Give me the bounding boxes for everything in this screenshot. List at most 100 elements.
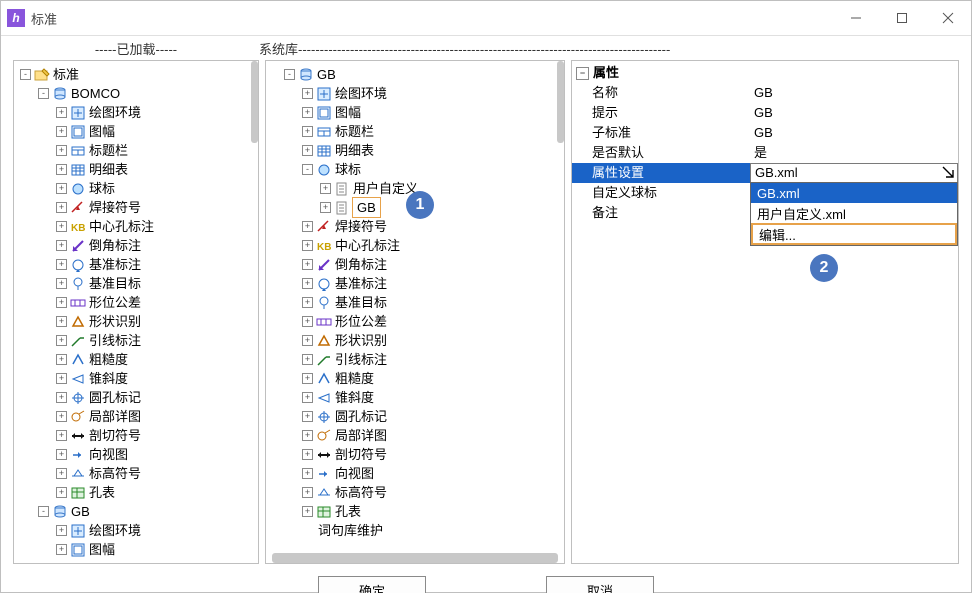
expand-icon[interactable]: + <box>302 297 313 308</box>
tree-node[interactable]: +形状识别 <box>18 312 258 331</box>
expand-icon[interactable]: + <box>302 449 313 460</box>
expand-icon[interactable]: + <box>302 145 313 156</box>
minimize-button[interactable] <box>833 1 879 35</box>
close-button[interactable] <box>925 1 971 35</box>
expand-icon[interactable]: + <box>56 145 67 156</box>
tree-node[interactable]: -GB <box>270 65 564 84</box>
expand-icon[interactable]: + <box>56 202 67 213</box>
expand-icon[interactable]: + <box>56 126 67 137</box>
expand-icon[interactable]: + <box>56 487 67 498</box>
tree-node[interactable]: +倒角标注 <box>270 255 564 274</box>
tree-node[interactable]: -球标 <box>270 160 564 179</box>
tree-node[interactable]: -标准 <box>18 65 258 84</box>
expand-icon[interactable]: + <box>302 221 313 232</box>
expand-icon[interactable]: + <box>56 373 67 384</box>
dropdown-option[interactable]: 用户自定义.xml <box>751 203 957 223</box>
expand-icon[interactable]: + <box>56 335 67 346</box>
expand-icon[interactable]: + <box>302 468 313 479</box>
tree-node[interactable]: +倒角标注 <box>18 236 258 255</box>
tree-node[interactable]: +KB中心孔标注 <box>270 236 564 255</box>
tree-node[interactable]: +焊接符号 <box>18 198 258 217</box>
tree-node[interactable]: +KB中心孔标注 <box>18 217 258 236</box>
expand-icon[interactable]: + <box>56 259 67 270</box>
expand-icon[interactable]: + <box>302 506 313 517</box>
expand-icon[interactable]: + <box>56 392 67 403</box>
attr-setting-dropdown[interactable]: GB.xml用户自定义.xml编辑... <box>750 182 958 246</box>
tree-node[interactable]: +绘图环境 <box>18 521 258 540</box>
tree-node[interactable]: +局部详图 <box>270 426 564 445</box>
tree-node[interactable]: +局部详图 <box>18 407 258 426</box>
tree-node[interactable]: +标高符号 <box>18 464 258 483</box>
tree-node[interactable]: +圆孔标记 <box>18 388 258 407</box>
tree-node[interactable]: +基准标注 <box>18 255 258 274</box>
collapse-icon[interactable]: - <box>38 88 49 99</box>
tree-node[interactable]: -BOMCO <box>18 84 258 103</box>
expand-icon[interactable]: + <box>56 449 67 460</box>
dropdown-edit-action[interactable]: 编辑... <box>751 223 957 245</box>
expand-icon[interactable]: + <box>56 354 67 365</box>
tree-node[interactable]: +孔表 <box>18 483 258 502</box>
tree-node[interactable]: +明细表 <box>18 160 258 179</box>
ok-button[interactable]: 确定 <box>318 576 426 593</box>
tree-node[interactable]: -GB <box>18 502 258 521</box>
expand-icon[interactable]: + <box>56 107 67 118</box>
expand-icon[interactable]: + <box>56 468 67 479</box>
expand-icon[interactable]: + <box>56 411 67 422</box>
scrollbar-vertical[interactable] <box>251 61 258 143</box>
expand-icon[interactable]: + <box>302 411 313 422</box>
expand-icon[interactable]: + <box>302 430 313 441</box>
tree-node[interactable]: +图幅 <box>18 540 258 559</box>
tree-node[interactable]: +向视图 <box>270 464 564 483</box>
collapse-icon[interactable]: - <box>38 506 49 517</box>
tree-node[interactable]: +绘图环境 <box>18 103 258 122</box>
tree-node[interactable]: +图幅 <box>270 103 564 122</box>
property-section-header[interactable]: −属性 <box>572 63 958 83</box>
collapse-icon[interactable]: − <box>576 67 589 80</box>
tree-node[interactable]: +形位公差 <box>18 293 258 312</box>
tree-node[interactable]: +基准目标 <box>270 293 564 312</box>
expand-icon[interactable]: + <box>302 240 313 251</box>
tree-node[interactable]: +标题栏 <box>18 141 258 160</box>
tree-node[interactable]: +图幅 <box>18 122 258 141</box>
expand-icon[interactable]: + <box>56 240 67 251</box>
property-value[interactable]: GB.xml <box>750 163 958 183</box>
tree-node[interactable]: +锥斜度 <box>270 388 564 407</box>
tree-node[interactable]: +引线标注 <box>270 350 564 369</box>
tree-node[interactable]: 词句库维护 <box>270 521 564 540</box>
tree-node[interactable]: +锥斜度 <box>18 369 258 388</box>
tree-node[interactable]: +形位公差 <box>270 312 564 331</box>
expand-icon[interactable]: + <box>56 164 67 175</box>
expand-icon[interactable]: + <box>56 183 67 194</box>
property-row[interactable]: 提示GB <box>572 103 958 123</box>
expand-icon[interactable]: + <box>56 316 67 327</box>
property-row[interactable]: 是否默认是 <box>572 143 958 163</box>
collapse-icon[interactable]: - <box>20 69 31 80</box>
expand-icon[interactable]: + <box>56 297 67 308</box>
property-value[interactable]: GB <box>750 83 958 103</box>
maximize-button[interactable] <box>879 1 925 35</box>
property-value[interactable]: GB <box>750 123 958 143</box>
property-row[interactable]: 子标准GB <box>572 123 958 143</box>
tree-node[interactable]: +基准目标 <box>18 274 258 293</box>
tree-node[interactable]: +粗糙度 <box>270 369 564 388</box>
expand-icon[interactable]: + <box>320 202 331 213</box>
cancel-button[interactable]: 取消 <box>546 576 654 593</box>
tree-node[interactable]: +剖切符号 <box>270 445 564 464</box>
expand-icon[interactable]: + <box>302 392 313 403</box>
expand-icon[interactable]: + <box>302 373 313 384</box>
dropdown-option[interactable]: GB.xml <box>751 183 957 203</box>
expand-icon[interactable]: + <box>302 354 313 365</box>
tree-node[interactable]: +标题栏 <box>270 122 564 141</box>
tree-node[interactable]: +向视图 <box>18 445 258 464</box>
collapse-icon[interactable]: - <box>284 69 295 80</box>
expand-icon[interactable]: + <box>56 221 67 232</box>
tree-node[interactable]: +粗糙度 <box>18 350 258 369</box>
scrollbar-horizontal[interactable] <box>272 553 558 563</box>
tree-node[interactable]: +绘图环境 <box>270 84 564 103</box>
tree-node[interactable]: +基准标注 <box>270 274 564 293</box>
tree-node[interactable]: +剖切符号 <box>18 426 258 445</box>
expand-icon[interactable]: + <box>302 88 313 99</box>
tree-node[interactable]: +标高符号 <box>270 483 564 502</box>
property-row[interactable]: 属性设置GB.xml <box>572 163 958 183</box>
expand-icon[interactable]: + <box>56 278 67 289</box>
